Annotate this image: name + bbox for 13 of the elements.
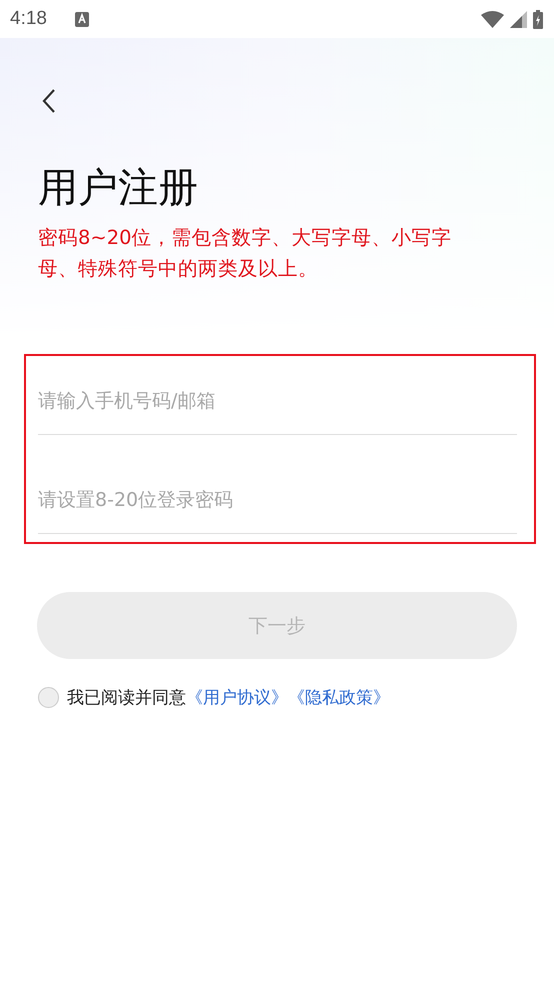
- agreement-text: 我已阅读并同意: [67, 687, 186, 709]
- keyboard-badge-icon: [74, 12, 89, 26]
- input-field[interactable]: 请输入手机号码/邮箱: [38, 356, 517, 435]
- password-rule-text: 密码8~20位，需包含数字、大写字母、小写字母、特殊符号中的两类及以上。: [38, 225, 453, 282]
- signal-icon: [510, 10, 527, 28]
- page-title: 用户注册: [38, 164, 199, 212]
- status-time: 4:18: [10, 8, 47, 30]
- agreement-checkbox[interactable]: [38, 687, 59, 708]
- policy-link[interactable]: 《用户协议》: [186, 686, 288, 709]
- battery-icon: [533, 10, 543, 28]
- wifi-icon: [481, 10, 504, 28]
- policy-link[interactable]: 《隐私政策》: [288, 686, 390, 709]
- input-field[interactable]: 请设置8-20位登录密码: [38, 455, 517, 534]
